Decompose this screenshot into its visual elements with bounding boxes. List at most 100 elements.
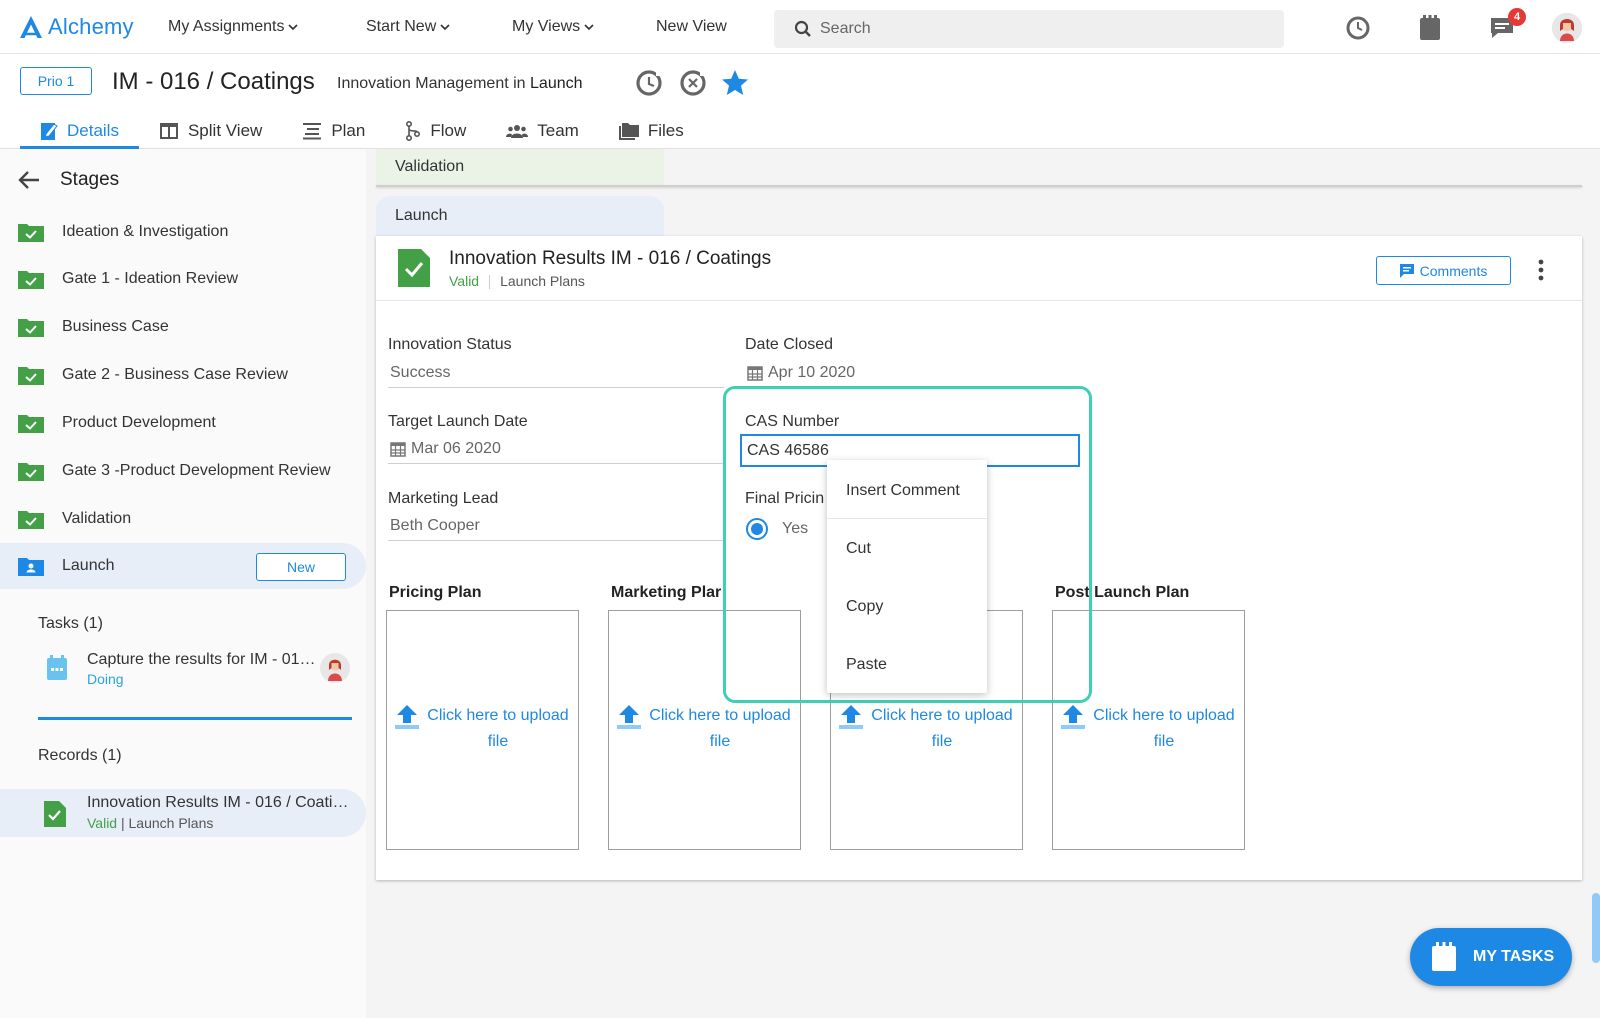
context-menu-copy[interactable]: Copy [827,582,987,632]
timer-icon[interactable] [634,68,664,98]
upload-icon [617,705,641,729]
stage-label: Ideation & Investigation [62,223,229,240]
task-status: Doing [87,671,124,687]
context-menu-paste[interactable]: Paste [827,640,987,690]
new-stage-badge[interactable]: New [256,553,346,581]
scrollbar-thumb[interactable] [1592,893,1600,963]
tasks-divider [38,717,352,720]
my-tasks-label: MY TASKS [1473,948,1555,965]
marketing-plan-upload[interactable]: Click here to upload file [608,610,801,850]
tab-flow[interactable]: Flow [385,112,486,149]
stage-item-validation[interactable]: Validation [0,496,366,542]
stage-item-launch[interactable]: Launch New [0,543,366,589]
stage-label: Gate 1 - Ideation Review [62,270,239,287]
stage-item-gate-1[interactable]: Gate 1 - Ideation Review [0,256,366,302]
context-menu-insert-comment[interactable]: Insert Comment [827,466,987,516]
stage-item-business-case[interactable]: Business Case [0,304,366,350]
records-heading: Records (1) [38,747,122,764]
folder-user-icon [18,558,44,576]
task-item[interactable]: Capture the results for IM - 016 / Coati… [44,649,354,693]
final-pricing-radio[interactable]: Yes [746,518,808,540]
app-logo[interactable]: Alchemy [18,12,134,42]
marketing-lead-field[interactable]: Beth Cooper [388,511,724,541]
folder-check-icon [18,367,44,385]
stage-item-gate-3[interactable]: Gate 3 -Product Development Review [0,448,366,494]
record-tabs: Details Split View Plan Flow Team Files [20,112,704,149]
upload-icon [395,705,419,729]
record-card-header: Innovation Results IM - 016 / Coatings V… [376,236,1582,301]
favorite-star-icon[interactable] [720,68,750,98]
notifications-button[interactable]: 4 [1488,8,1526,42]
task-title: Capture the results for IM - 016 / Coati… [87,651,317,668]
record-subtitle: Valid | Launch Plans [87,815,213,831]
target-launch-date-field[interactable]: Mar 06 2020 [388,434,724,464]
search-bar[interactable] [774,10,1284,48]
user-avatar[interactable] [1552,13,1582,43]
search-icon [794,20,811,37]
stage-label: Gate 3 -Product Development Review [62,462,331,479]
upload-prompt[interactable]: Click here to upload file [1059,703,1239,755]
record-header: Prio 1 IM - 016 / Coatings Innovation Ma… [0,54,1600,149]
final-pricing-value: Yes [782,520,809,537]
tab-details[interactable]: Details [20,112,139,149]
upload-prompt[interactable]: Click here to upload file [615,703,795,755]
stage-bar-launch[interactable]: Launch [376,196,664,236]
back-arrow-icon[interactable] [18,170,40,190]
task-notepad-icon [1432,942,1456,971]
tab-details-label: Details [67,120,119,140]
post-launch-plan-label: Post Launch Plan [1055,584,1190,601]
calendar-icon [747,366,763,381]
record-card-subtitle: Valid Launch Plans [449,273,585,290]
tab-split-view-label: Split View [187,120,263,140]
pricing-plan-label: Pricing Plan [389,584,482,601]
tab-split-view[interactable]: Split View [139,112,282,149]
stage-divider [376,185,1582,187]
record-item[interactable]: Innovation Results IM - 016 / Coatings V… [0,789,366,837]
tab-plan[interactable]: Plan [282,112,385,149]
context-menu-cut[interactable]: Cut [827,524,987,574]
upload-icon [1061,705,1085,729]
stage-item-gate-2[interactable]: Gate 2 - Business Case Review [0,352,366,398]
nav-new-view[interactable]: New View [656,18,727,36]
nav-my-views[interactable]: My Views [512,18,594,36]
record-card-status: Valid [449,273,480,289]
innovation-status-field[interactable]: Success [388,358,724,388]
stages-sidebar: Stages Ideation & Investigation Gate 1 -… [0,149,366,1018]
record-status: Valid [87,815,118,831]
search-input[interactable] [820,20,1260,38]
comments-button[interactable]: Comments [1376,256,1511,285]
subtitle-stage: Launch [530,75,583,92]
notepad-button[interactable] [1416,14,1444,42]
tab-files[interactable]: Files [599,112,704,149]
date-closed-field[interactable]: Apr 10 2020 [745,358,965,388]
assignee-avatar-icon [320,653,350,683]
stage-bar-validation[interactable]: Validation [376,149,664,185]
target-launch-date-label: Target Launch Date [388,413,528,430]
nav-start-new-label: Start New [366,18,437,35]
priority-badge[interactable]: Prio 1 [20,67,92,95]
notification-count-badge: 4 [1508,8,1526,26]
my-tasks-button[interactable]: MY TASKS [1410,928,1572,986]
cas-number-label: CAS Number [745,413,840,430]
history-button[interactable] [1344,14,1372,42]
more-options-icon[interactable] [1536,258,1546,282]
stage-label: Launch [62,557,115,574]
context-menu-divider [827,518,987,519]
folder-check-icon [18,224,44,242]
record-card-title: Innovation Results IM - 016 / Coatings [449,248,772,269]
notepad-icon [1420,15,1440,40]
stage-item-product-development[interactable]: Product Development [0,400,366,446]
tab-team[interactable]: Team [486,112,599,149]
page-subtitle: Innovation Management in Launch [337,75,583,93]
nav-my-assignments[interactable]: My Assignments [168,18,299,36]
nav-start-new[interactable]: Start New [366,18,450,36]
pricing-plan-upload[interactable]: Click here to upload file [386,610,579,850]
upload-prompt[interactable]: Click here to upload file [393,703,573,755]
marketing-plan-label: Marketing Plar [611,584,722,601]
stage-label: Product Development [62,414,216,431]
context-menu: Insert Comment Cut Copy Paste [827,460,987,693]
stage-item-ideation[interactable]: Ideation & Investigation [0,209,366,255]
cancel-timer-icon[interactable] [678,68,708,98]
upload-prompt[interactable]: Click here to upload file [837,703,1017,755]
post-launch-plan-upload[interactable]: Click here to upload file [1052,610,1245,850]
